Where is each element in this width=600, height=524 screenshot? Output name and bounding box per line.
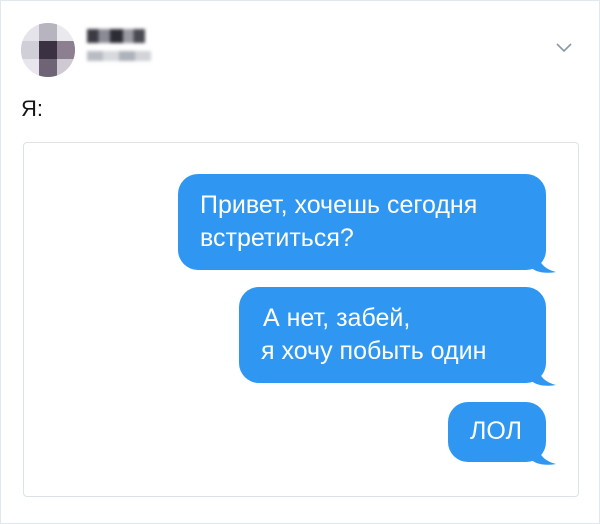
message-bubble: Привет, хочешь сегодня встретиться? (178, 174, 556, 273)
message-line: встретиться? (200, 224, 354, 252)
tweet-header: ▆▆▆▆ ▆▆▆▆▆ (21, 21, 581, 81)
message-line: я хочу побыть один (261, 337, 487, 365)
chat-screenshot[interactable]: Привет, хочешь сегодня встретиться? А не… (23, 142, 579, 497)
message-line: Привет, хочешь сегодня (200, 191, 478, 219)
display-name[interactable]: ▆▆▆▆ (87, 29, 145, 43)
chevron-down-icon[interactable] (555, 41, 573, 53)
tweet-text: Я: (21, 96, 43, 121)
bubble-tail (530, 365, 556, 386)
message-line: ЛОЛ (470, 417, 522, 445)
message-bubble: ЛОЛ (448, 402, 556, 465)
avatar[interactable] (21, 23, 75, 77)
message-line: А нет, забей, (263, 304, 411, 332)
message-bubble: А нет, забей, я хочу побыть один (239, 287, 556, 386)
bubble-tail (530, 444, 556, 465)
tweet-card: ▆▆▆▆ ▆▆▆▆▆ Я: Привет, хочешь сегодня вст… (0, 0, 600, 524)
user-handle[interactable]: ▆▆▆▆▆ (87, 51, 151, 61)
bubble-tail (530, 252, 556, 273)
